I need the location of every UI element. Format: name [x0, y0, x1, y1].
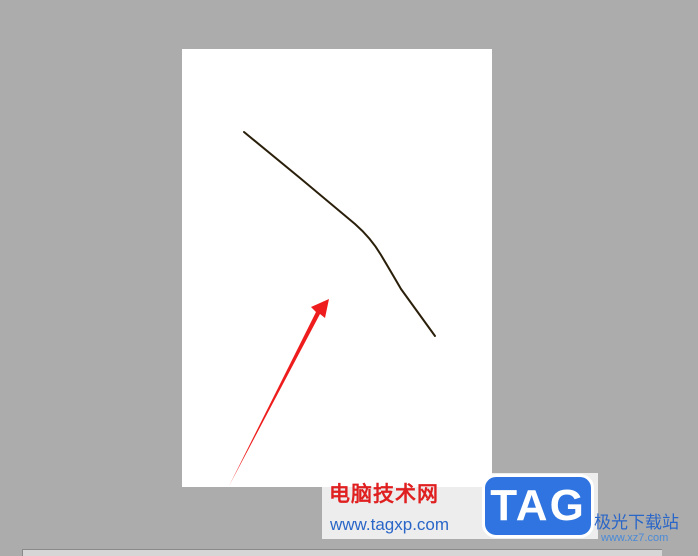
tag-logo-text: TAG [490, 481, 586, 530]
document-page[interactable] [182, 49, 492, 487]
tag-logo-badge: TAG [482, 474, 594, 538]
watermark-title: 电脑技术网 [329, 482, 439, 506]
horizontal-scrollbar[interactable] [22, 549, 662, 556]
watermark-site-name: 极光下载站 [594, 513, 679, 533]
watermark-site-url: www.xz7.com [601, 532, 669, 544]
watermark-url: www.tagxp.com [330, 515, 450, 534]
